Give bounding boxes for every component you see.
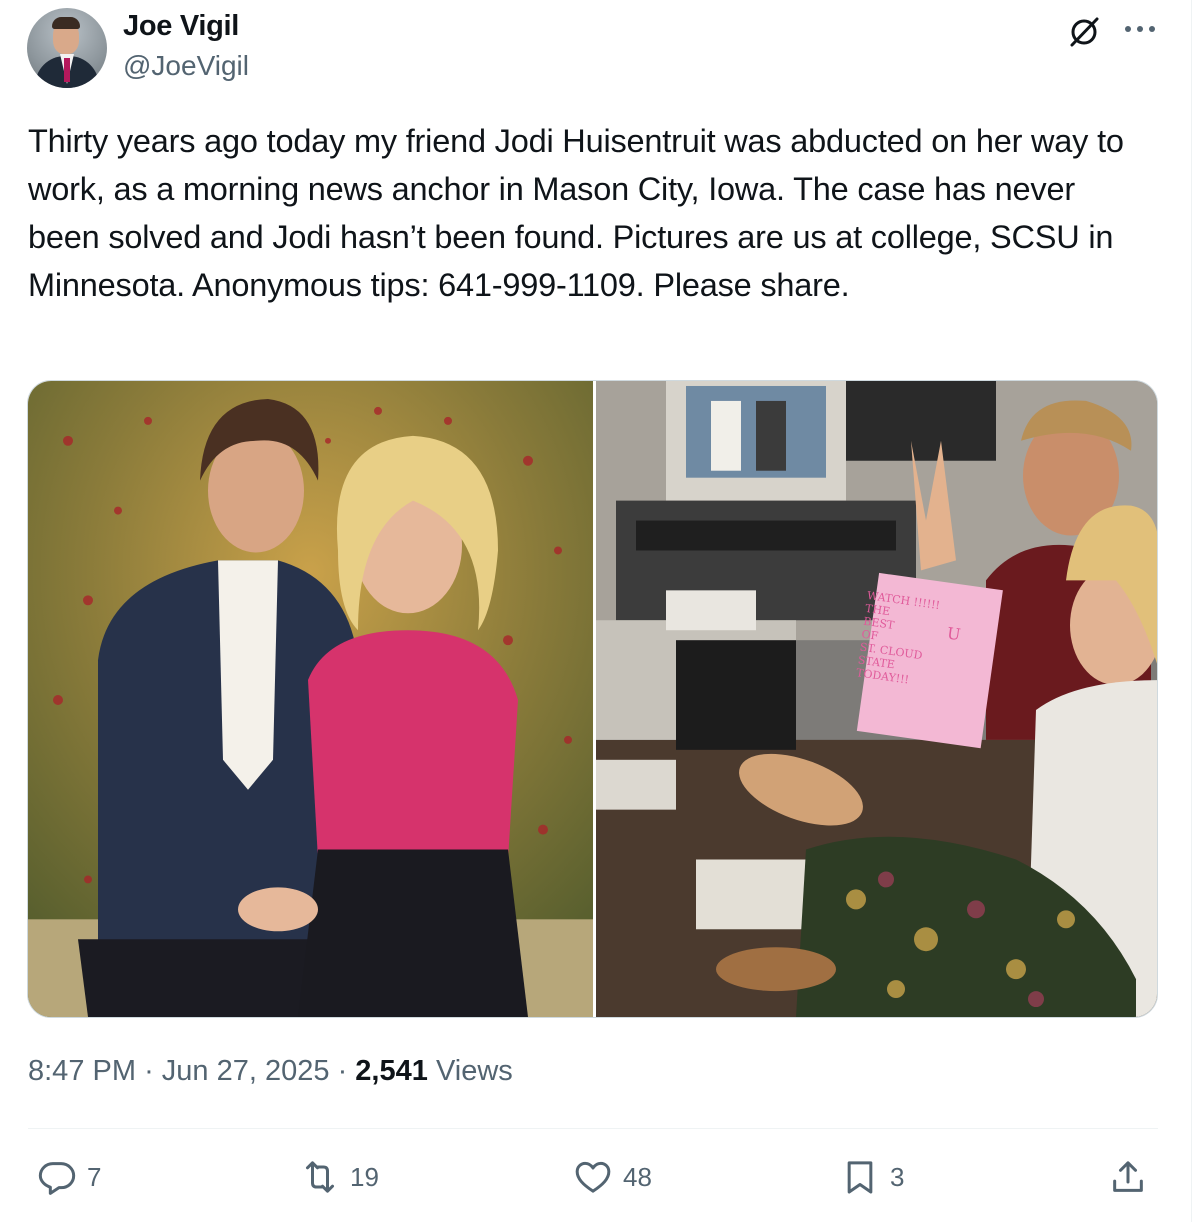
retweet-count: 19	[350, 1161, 379, 1192]
share-icon	[1113, 1161, 1143, 1192]
retweet-icon	[306, 1161, 334, 1193]
divider	[28, 1128, 1158, 1129]
tweet-date[interactable]: Jun 27, 2025	[162, 1055, 330, 1087]
bookmark-count: 3	[890, 1161, 905, 1192]
reply-icon	[38, 1162, 76, 1195]
meta-separator: ·	[144, 1055, 154, 1087]
views-count: 2,541	[355, 1055, 428, 1087]
photo-tv-studio[interactable]: WATCH !!!!!! THE BEST U OF ST. CLOUD STA…	[596, 381, 1157, 1017]
like-button[interactable]: 48	[573, 1155, 652, 1199]
tweet-meta: 8:47 PM · Jun 27, 2025 · 2,541 Views	[28, 1055, 513, 1088]
views-label: Views	[435, 1055, 513, 1087]
author-display-name[interactable]: Joe Vigil	[123, 10, 239, 43]
photo-couple-outdoors[interactable]	[28, 381, 593, 1017]
reply-button[interactable]: 7	[37, 1155, 101, 1199]
tweet-text: Thirty years ago today my friend Jodi Hu…	[28, 123, 1124, 303]
author-handle[interactable]: @JoeVigil	[123, 50, 249, 82]
reply-count: 7	[87, 1161, 102, 1192]
retweet-button[interactable]: 19	[300, 1155, 379, 1199]
meta-separator: ·	[337, 1055, 348, 1087]
bookmark-icon	[847, 1161, 873, 1194]
grok-icon[interactable]	[1066, 14, 1102, 50]
like-icon	[575, 1161, 611, 1193]
media-grid[interactable]: WATCH !!!!!! THE BEST U OF ST. CLOUD STA…	[27, 380, 1158, 1018]
timeline-border	[1191, 0, 1192, 1222]
avatar[interactable]	[27, 8, 107, 88]
more-icon[interactable]	[1123, 24, 1157, 34]
tweet-time[interactable]: 8:47 PM	[28, 1055, 136, 1087]
bookmark-button[interactable]: 3	[840, 1155, 904, 1199]
sign-text: WATCH !!!!!! THE BEST U OF ST. CLOUD STA…	[855, 589, 962, 687]
share-button[interactable]	[1108, 1155, 1148, 1199]
like-count: 48	[623, 1161, 652, 1192]
